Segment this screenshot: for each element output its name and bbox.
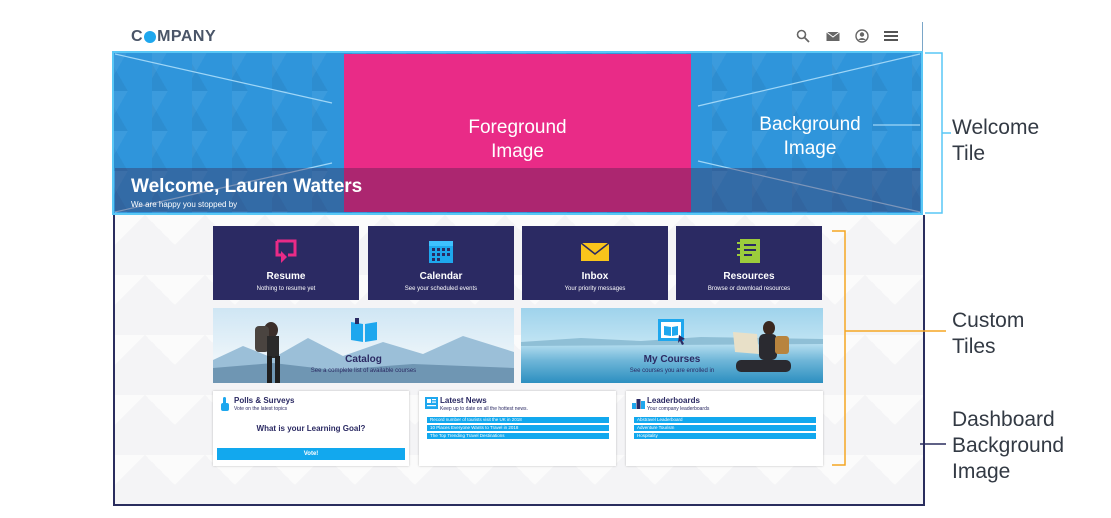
- tile-title: Resume: [266, 271, 306, 282]
- annotation-line: Dashboard: [952, 408, 1055, 431]
- leaderboard-item[interactable]: Abstravel Leaderboard: [634, 417, 816, 423]
- annotation-line: Welcome: [952, 116, 1040, 139]
- podium-icon: [632, 399, 645, 409]
- background-label-line1: Background: [759, 114, 861, 135]
- catalog-subtitle: See a complete list of available courses: [310, 368, 417, 374]
- vote-button[interactable]: Vote!: [217, 448, 405, 460]
- leaderboard-item[interactable]: Adventure Tourism: [634, 425, 816, 431]
- polls-title: Polls & Surveys: [234, 396, 295, 405]
- notebook-icon: [737, 239, 760, 263]
- leaderboard-item[interactable]: Hospitality: [634, 433, 816, 439]
- custom-tiles-annotation: Custom Tiles: [952, 308, 1024, 360]
- annotation-line: Tiles: [952, 335, 996, 358]
- resources-tile[interactable]: Resources Browse or download resources: [676, 226, 822, 300]
- tile-subtitle: Your priority messages: [564, 286, 626, 292]
- annotation-line: Image: [952, 460, 1011, 483]
- my-courses-subtitle: See courses you are enrolled in: [629, 368, 715, 374]
- course-icon: [658, 319, 685, 345]
- menu-icon[interactable]: [884, 29, 898, 43]
- background-label-line2: Image: [783, 138, 837, 159]
- dashboard-background-annotation: Dashboard Background Image: [952, 407, 1064, 485]
- tile-title: Inbox: [581, 271, 609, 282]
- welcome-bracket: [925, 52, 943, 214]
- resume-icon: [275, 239, 297, 263]
- welcome-tile: Foreground Image Background Image Welcom…: [112, 51, 923, 215]
- news-item[interactable]: The Top Trending Travel Destinations: [427, 433, 609, 439]
- annotation-line: Custom: [952, 309, 1025, 332]
- leaderboards-card[interactable]: Leaderboards Your company leaderboards A…: [626, 391, 823, 466]
- my-courses-tile[interactable]: My Courses See courses you are enrolled …: [521, 308, 823, 383]
- polls-subtitle: Vote on the latest topics: [234, 406, 288, 412]
- custom-tiles-bracket: [832, 230, 946, 466]
- leaderboards-subtitle: Your company leaderboards: [647, 406, 710, 412]
- my-courses-title: My Courses: [643, 354, 701, 365]
- catalog-title: Catalog: [345, 354, 382, 365]
- catalog-tile[interactable]: Catalog See a complete list of available…: [213, 308, 514, 383]
- news-item[interactable]: Record number of tourists visit the UK i…: [427, 417, 609, 423]
- tile-subtitle: Browse or download resources: [707, 286, 791, 292]
- search-icon[interactable]: [796, 29, 810, 43]
- app-header: C MPANY: [114, 22, 922, 50]
- resume-tile[interactable]: Resume Nothing to resume yet: [213, 226, 359, 300]
- news-title: Latest News: [440, 396, 487, 405]
- newspaper-icon: [425, 397, 438, 409]
- calendar-icon: [429, 241, 453, 263]
- book-icon: [351, 318, 377, 342]
- annotation-line: Tile: [952, 142, 986, 165]
- polls-card[interactable]: Polls & Surveys Vote on the latest topic…: [213, 391, 409, 466]
- calendar-tile[interactable]: Calendar See your scheduled events: [368, 226, 514, 300]
- mail-icon[interactable]: [826, 29, 840, 43]
- news-subtitle: Keep up to date on all the hottest news.: [440, 406, 528, 412]
- tile-subtitle: Nothing to resume yet: [256, 286, 316, 292]
- hand-raise-icon: [221, 397, 229, 411]
- logo-ring-icon: [144, 31, 157, 43]
- welcome-title: Welcome, Lauren Watters: [131, 176, 363, 197]
- welcome-tile-annotation: Welcome Tile: [952, 115, 1039, 167]
- leaderboards-title: Leaderboards: [647, 396, 700, 405]
- tile-title: Resources: [723, 271, 775, 282]
- poll-question: What is your Learning Goal?: [256, 424, 366, 433]
- envelope-icon: [580, 242, 610, 261]
- company-logo[interactable]: C MPANY: [131, 28, 216, 46]
- tile-subtitle: See your scheduled events: [404, 286, 478, 292]
- tile-title: Calendar: [419, 271, 463, 282]
- annotation-line: Background: [952, 434, 1065, 457]
- news-card[interactable]: Latest News Keep up to date on all the h…: [419, 391, 616, 466]
- logo-text: MPANY: [157, 28, 217, 45]
- user-icon[interactable]: [855, 29, 869, 43]
- logo-letter: C: [131, 28, 144, 45]
- welcome-subtitle: We are happy you stopped by: [131, 200, 238, 209]
- background-label: Background Image: [747, 113, 873, 161]
- news-item[interactable]: 10 Places Everyone Wants to Travel in 20…: [427, 425, 609, 431]
- inbox-tile[interactable]: Inbox Your priority messages: [522, 226, 668, 300]
